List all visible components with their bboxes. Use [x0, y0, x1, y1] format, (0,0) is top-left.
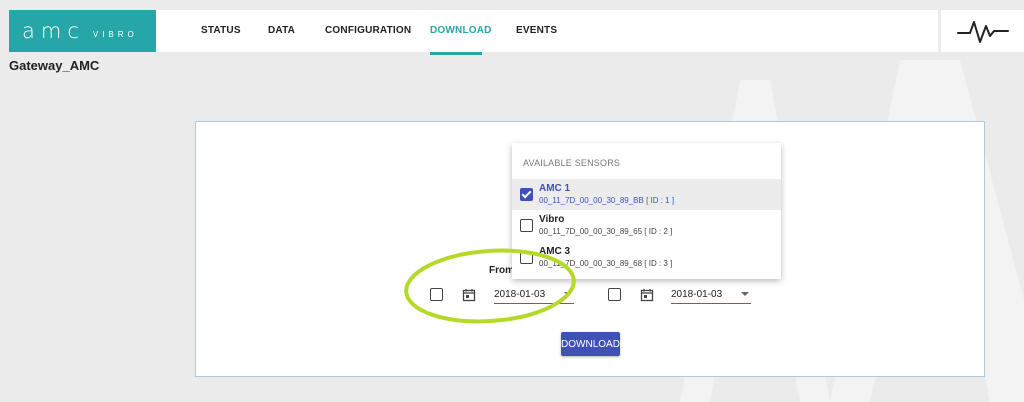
sensor-name: Vibro: [539, 214, 565, 225]
to-date-value: 2018-01-03: [671, 289, 723, 300]
sensor-option-vibro[interactable]: Vibro 00_11_7D_00_00_30_89_65 [ ID : 2 ]: [512, 210, 781, 241]
to-date-checkbox[interactable]: [608, 288, 621, 301]
sensor-checkbox[interactable]: [520, 219, 533, 232]
sensor-name: AMC 1: [539, 183, 571, 194]
sensor-name: AMC 3: [539, 246, 571, 257]
sensor-id: 00_11_7D_00_00_30_89_BB [ ID : 1 ]: [539, 196, 675, 205]
sensor-checkbox[interactable]: [520, 251, 533, 264]
from-label: From: [489, 265, 514, 276]
nav-status[interactable]: STATUS: [201, 10, 241, 52]
to-date-field[interactable]: 2018-01-03: [671, 286, 751, 304]
brand-subtitle: VIBRO: [92, 29, 138, 39]
sensor-option-amc1[interactable]: AMC 1 00_11_7D_00_00_30_89_BB [ ID : 1 ]: [512, 179, 781, 210]
chevron-down-icon: [564, 292, 572, 296]
pulse-button[interactable]: [941, 10, 1024, 52]
sensor-dropdown: AVAILABLE SENSORS AMC 1 00_11_7D_00_00_3…: [512, 143, 781, 279]
active-tab-indicator: [430, 52, 482, 55]
brand-name: amc: [22, 19, 85, 43]
sensor-id: 00_11_7D_00_00_30_89_68 [ ID : 3 ]: [539, 259, 673, 268]
from-date-field[interactable]: 2018-01-03: [494, 286, 574, 304]
chevron-down-icon: [741, 292, 749, 296]
gateway-title: Gateway_AMC: [9, 58, 100, 73]
from-date-value: 2018-01-03: [494, 289, 546, 300]
from-date-checkbox[interactable]: [430, 288, 443, 301]
nav-download[interactable]: DOWNLOAD: [430, 10, 492, 52]
brand-logo[interactable]: amc VIBRO: [9, 10, 156, 52]
nav-data[interactable]: DATA: [268, 10, 295, 52]
nav-configuration[interactable]: CONFIGURATION: [325, 10, 411, 52]
calendar-icon[interactable]: [640, 288, 654, 302]
sensor-id: 00_11_7D_00_00_30_89_65 [ ID : 2 ]: [539, 227, 673, 236]
calendar-icon[interactable]: [462, 288, 476, 302]
sensor-checkbox[interactable]: [520, 188, 533, 201]
top-navigation-bar: amc VIBRO STATUS DATA CONFIGURATION DOWN…: [0, 10, 1024, 55]
sensor-option-amc3[interactable]: AMC 3 00_11_7D_00_00_30_89_68 [ ID : 3 ]: [512, 242, 781, 273]
download-button[interactable]: DOWNLOAD: [561, 332, 620, 356]
pulse-icon: [956, 21, 1009, 43]
sensor-menu-header: AVAILABLE SENSORS: [523, 158, 621, 168]
nav-events[interactable]: EVENTS: [516, 10, 557, 52]
